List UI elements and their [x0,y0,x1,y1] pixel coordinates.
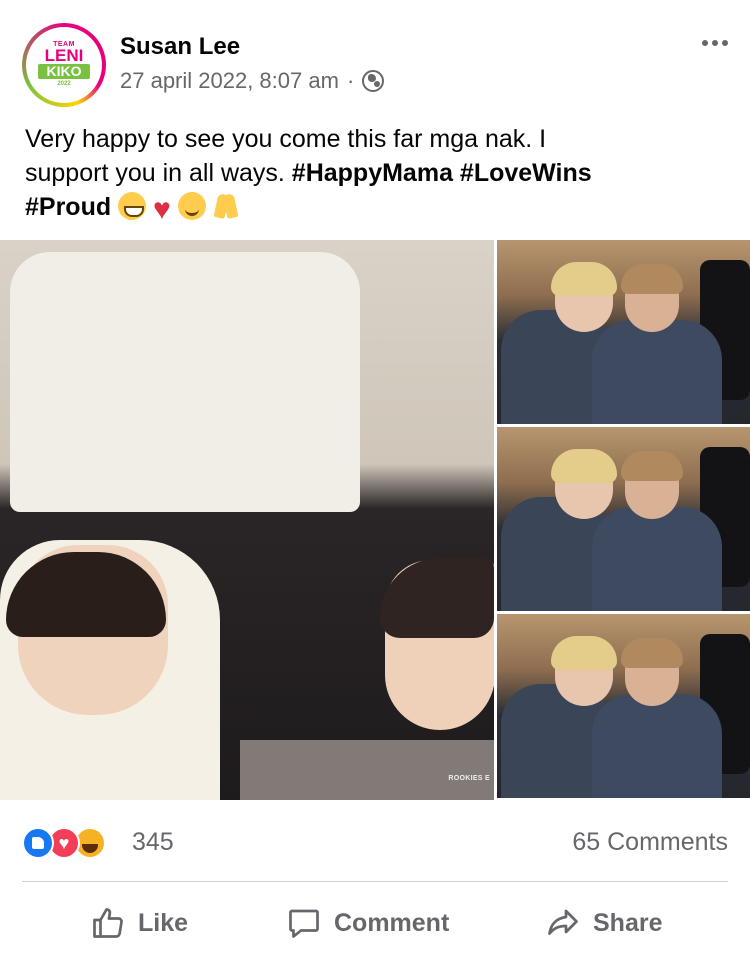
like-label: Like [138,908,189,937]
thumbnail-photo-1[interactable] [497,240,750,424]
reaction-count[interactable]: 345 [132,828,174,857]
meta-separator: · [346,68,355,93]
divider [22,881,728,882]
post-meta: 27 april 2022, 8:07 am · [120,68,385,94]
post-stats: 345 65 Comments [22,824,728,864]
share-label: Share [593,908,663,937]
post-text-line1: Very happy to see you come this far mga … [25,125,547,153]
post-header: TEAM LENI KIKO 2022 Susan Lee 27 april 2… [0,0,750,110]
main-photo[interactable]: ROOKIES E [0,240,494,800]
avatar[interactable]: TEAM LENI KIKO 2022 [22,23,106,107]
avatar-kiko-text: KIKO [38,64,90,79]
thumbs-up-icon [93,908,123,938]
like-button[interactable]: Like [90,902,188,944]
comment-count[interactable]: 65 Comments [572,828,728,857]
hashtag-proud[interactable]: #Proud [25,193,111,221]
post-timestamp[interactable]: 27 april 2022, 8:07 am [120,68,339,94]
comment-label: Comment [334,908,450,937]
share-button[interactable]: Share [545,902,662,944]
like-reaction-icon [22,827,54,859]
comment-bubble-icon [289,909,319,938]
action-bar: Like Comment Share [0,890,750,956]
grinning-face-icon [118,192,147,220]
share-arrow-icon [548,909,578,935]
more-options-icon[interactable] [702,40,728,46]
post-text-line2: support you in all ways. [25,159,292,187]
photo-watermark: ROOKIES E [448,775,490,782]
folded-hands-icon [213,192,239,220]
post-text: Very happy to see you come this far mga … [25,122,725,227]
hashtag-happymama[interactable]: #HappyMama [292,159,453,187]
avatar-year-text: 2022 [57,81,71,87]
red-heart-icon: ♥ [153,193,171,226]
reaction-icons[interactable] [22,827,106,861]
thumbnail-photo-2[interactable] [497,427,750,611]
avatar-leni-text: LENI [44,46,84,65]
avatar-logo: TEAM LENI KIKO 2022 [26,27,102,103]
thumbnail-photo-3[interactable] [497,614,750,798]
author-name[interactable]: Susan Lee [120,33,240,61]
globe-icon[interactable] [362,70,385,92]
hashtag-lovewins[interactable]: #LoveWins [460,159,592,187]
smiling-face-icon [177,192,206,220]
chair [10,252,360,512]
comment-button[interactable]: Comment [286,902,449,944]
